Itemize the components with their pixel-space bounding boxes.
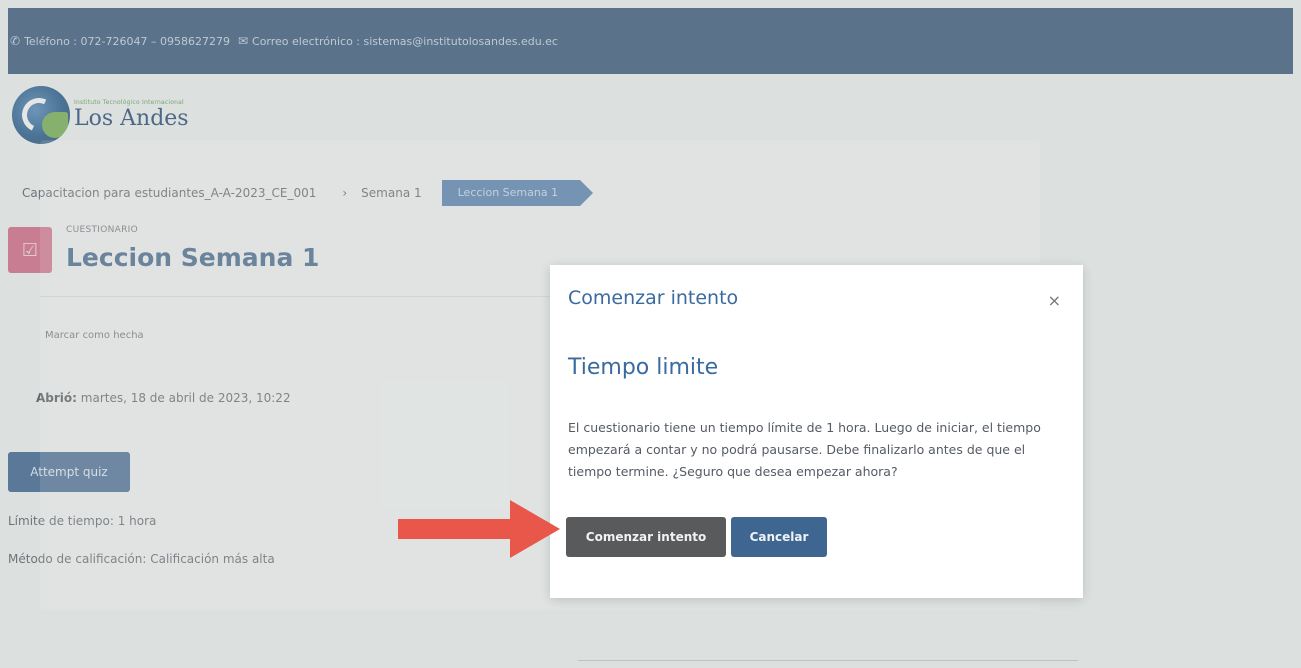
dialog-heading: Tiempo limite [568,355,719,380]
start-attempt-dialog: Comenzar intento × Tiempo limite El cues… [550,265,1083,598]
red-arrow-icon [398,500,560,558]
cancel-button[interactable]: Cancelar [731,517,827,557]
dialog-message: El cuestionario tiene un tiempo límite d… [568,420,1041,479]
close-icon[interactable]: × [1048,291,1061,310]
dialog-title: Comenzar intento [568,287,739,309]
start-attempt-button[interactable]: Comenzar intento [566,517,726,557]
